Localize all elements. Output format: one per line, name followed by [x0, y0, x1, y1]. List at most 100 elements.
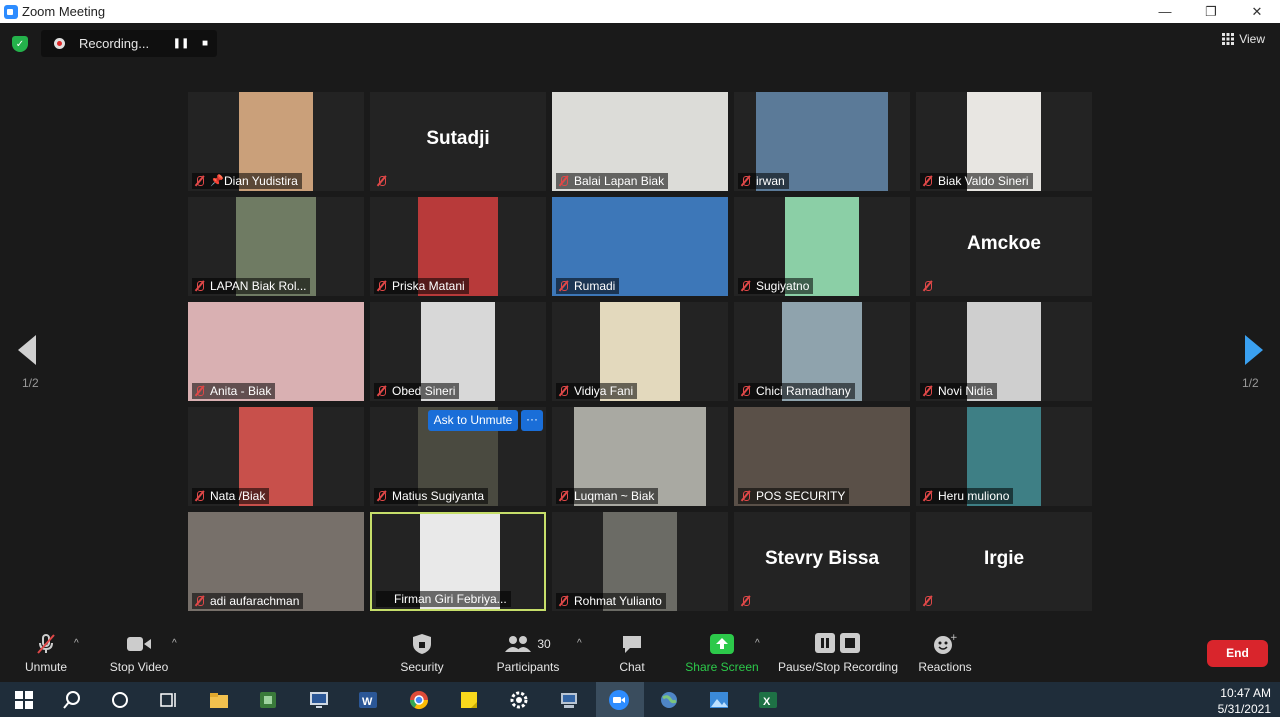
- participant-tile[interactable]: Amckoe: [916, 197, 1092, 296]
- muted-mic-icon: [556, 488, 572, 504]
- muted-mic-icon: [738, 383, 754, 399]
- muted-mic-icon: [738, 173, 754, 189]
- app-green-icon[interactable]: [257, 689, 279, 711]
- file-explorer-icon[interactable]: [208, 689, 230, 711]
- system-clock[interactable]: 10:47 AM 5/31/2021: [1218, 685, 1271, 717]
- participant-tile[interactable]: Chici Ramadhany: [734, 302, 910, 401]
- microsoft-excel-icon[interactable]: X: [757, 689, 779, 711]
- windows-taskbar: W X 10:47 AM 5/31/2021: [0, 682, 1280, 717]
- participant-tile[interactable]: Firman Giri Febriya...: [370, 512, 546, 611]
- unmute-label: Unmute: [24, 660, 68, 674]
- participant-tile[interactable]: Nata /Biak: [188, 407, 364, 506]
- smiley-plus-icon: +: [934, 633, 957, 654]
- participant-tile[interactable]: Luqman ~ Biak: [552, 407, 728, 506]
- participant-tile[interactable]: Sugiyatno: [734, 197, 910, 296]
- task-view-icon[interactable]: [157, 689, 179, 711]
- muted-mic-icon: [192, 383, 208, 399]
- muted-mic-icon: [738, 278, 754, 294]
- sticky-notes-icon[interactable]: [458, 689, 480, 711]
- photos-app-icon[interactable]: [708, 689, 730, 711]
- previous-page-arrow-icon[interactable]: [18, 335, 36, 365]
- unmute-button[interactable]: Unmute: [21, 633, 71, 674]
- participant-name-label: Chici Ramadhany: [738, 383, 855, 399]
- cortana-icon[interactable]: [109, 689, 131, 711]
- zoom-taskbar-icon[interactable]: [608, 689, 630, 711]
- participant-tile[interactable]: Vidiya Fani: [552, 302, 728, 401]
- share-screen-button[interactable]: Share Screen: [684, 633, 760, 674]
- participant-tile[interactable]: Rumadi: [552, 197, 728, 296]
- stop-video-button[interactable]: Stop Video: [105, 633, 173, 674]
- participant-tile[interactable]: LAPAN Biak Rol...: [188, 197, 364, 296]
- reactions-label: Reactions: [918, 660, 972, 674]
- encryption-shield-icon[interactable]: ✓: [12, 36, 28, 52]
- muted-mic-icon: [556, 173, 572, 189]
- participant-tile[interactable]: POS SECURITY: [734, 407, 910, 506]
- share-options-caret-icon[interactable]: ^: [755, 638, 760, 649]
- security-button[interactable]: Security: [393, 633, 451, 674]
- participant-name-label: Biak Valdo Sineri: [920, 173, 1033, 189]
- reactions-button[interactable]: + Reactions: [915, 633, 975, 674]
- participant-tile[interactable]: adi aufarachman: [188, 512, 364, 611]
- participant-tile[interactable]: Novi Nidia: [916, 302, 1092, 401]
- windows-start-icon[interactable]: [13, 689, 35, 711]
- maximize-button[interactable]: ❐: [1188, 0, 1234, 23]
- muted-mic-icon: [556, 383, 572, 399]
- participant-name-label: POS SECURITY: [738, 488, 850, 504]
- video-options-caret-icon[interactable]: ^: [172, 638, 177, 649]
- pause-stop-icon: [815, 633, 860, 653]
- view-button[interactable]: View: [1222, 32, 1265, 46]
- participants-options-caret-icon[interactable]: ^: [577, 638, 582, 649]
- participant-tile[interactable]: Dian Yudistira 📌: [188, 92, 364, 191]
- stop-recording-button[interactable]: ■: [195, 34, 215, 54]
- muted-mic-icon: [920, 278, 936, 294]
- participant-name-label: Balai Lapan Biak: [556, 173, 669, 189]
- chrome-browser-icon[interactable]: [408, 689, 430, 711]
- monitor-app-icon[interactable]: [308, 689, 330, 711]
- pause-recording-button[interactable]: ❚❚: [171, 34, 191, 54]
- close-button[interactable]: ✕: [1234, 0, 1280, 23]
- audio-options-caret-icon[interactable]: ^: [74, 638, 79, 649]
- recording-status: Recording...: [79, 36, 150, 51]
- microsoft-word-icon[interactable]: W: [357, 689, 379, 711]
- more-options-button[interactable]: ···: [521, 410, 543, 431]
- participant-display-name: Sutadji: [426, 128, 490, 149]
- participants-button[interactable]: 30 Participants: [493, 633, 563, 674]
- minimize-button[interactable]: —: [1142, 0, 1188, 23]
- participant-tile[interactable]: Obed Sineri: [370, 302, 546, 401]
- meeting-toolbar: Unmute ^ Stop Video ^ Security 30 Partic…: [0, 625, 1280, 682]
- participant-tile[interactable]: Heru muliono: [916, 407, 1092, 506]
- chat-label: Chat: [619, 660, 645, 674]
- participant-tile[interactable]: Rohmat Yulianto: [552, 512, 728, 611]
- muted-mic-icon: [920, 173, 936, 189]
- muted-mic-icon: [920, 488, 936, 504]
- muted-mic-icon: [738, 488, 754, 504]
- pause-stop-recording-button[interactable]: Pause/Stop Recording: [775, 633, 901, 674]
- chat-button[interactable]: Chat: [612, 633, 652, 674]
- settings-gear-icon[interactable]: [508, 689, 530, 711]
- network-app-icon[interactable]: [558, 689, 580, 711]
- search-icon[interactable]: [61, 689, 83, 711]
- zoom-app-icon: [4, 4, 18, 19]
- participant-tile[interactable]: Sutadji: [370, 92, 546, 191]
- muted-mic-icon: [192, 593, 208, 609]
- page-indicator-left: 1/2: [22, 376, 39, 390]
- ask-to-unmute-button[interactable]: Ask to Unmute: [428, 410, 518, 431]
- title-bar: Zoom Meeting — ❐ ✕: [0, 0, 1280, 23]
- participant-tile[interactable]: Balai Lapan Biak: [552, 92, 728, 191]
- end-meeting-button[interactable]: End: [1207, 640, 1268, 667]
- participant-tile[interactable]: Priska Matani: [370, 197, 546, 296]
- next-page-arrow-icon[interactable]: [1245, 335, 1263, 365]
- participant-tile[interactable]: Stevry Bissa: [734, 512, 910, 611]
- view-label: View: [1239, 32, 1265, 46]
- participant-tile[interactable]: Biak Valdo Sineri: [916, 92, 1092, 191]
- muted-microphone-icon: [37, 634, 55, 654]
- muted-mic-icon: [374, 383, 390, 399]
- participants-count: 30: [537, 637, 551, 651]
- globe-app-icon[interactable]: [658, 689, 680, 711]
- participant-tile[interactable]: irwan: [734, 92, 910, 191]
- muted-mic-icon: [920, 593, 936, 609]
- participant-tile[interactable]: Anita - Biak: [188, 302, 364, 401]
- participant-tile[interactable]: Irgie: [916, 512, 1092, 611]
- security-label: Security: [400, 660, 444, 674]
- pin-icon: 📌: [210, 175, 224, 187]
